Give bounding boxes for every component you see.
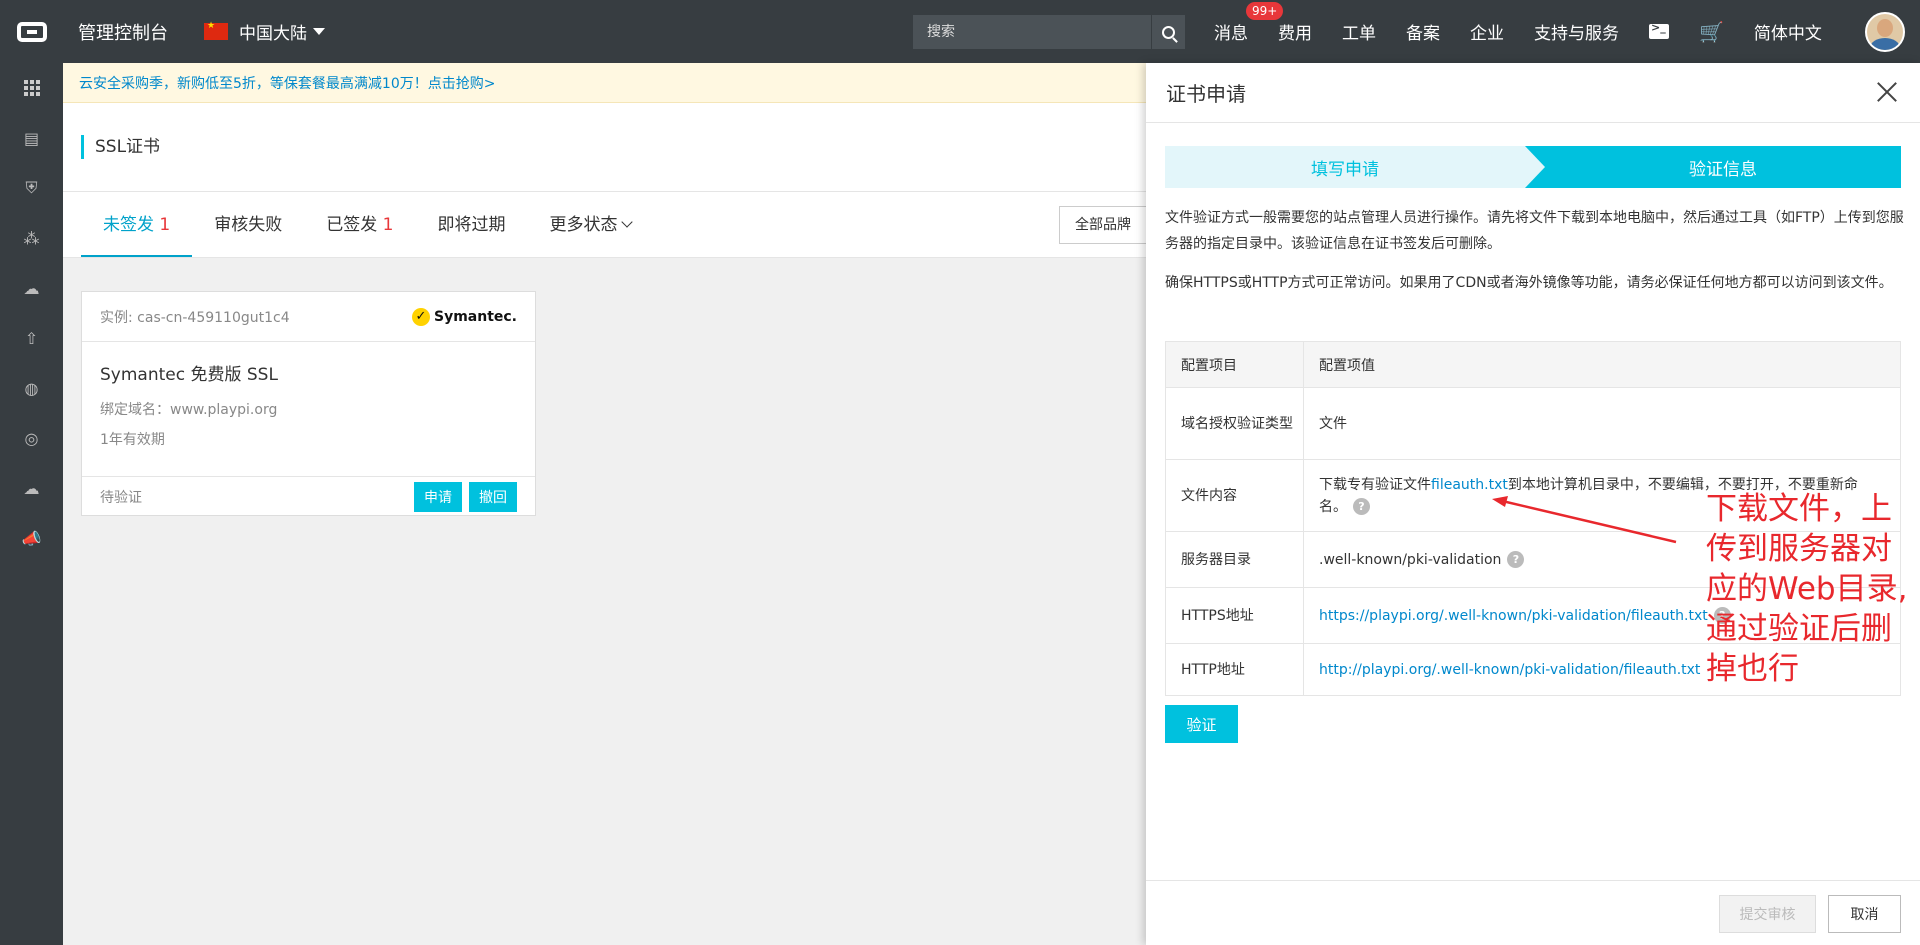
tab-label: 即将过期: [437, 215, 506, 235]
column-header: 配置项目: [1165, 341, 1304, 388]
nav-billing[interactable]: 费用: [1278, 19, 1312, 44]
bound-domain: 绑定域名：www.playpi.org: [100, 402, 278, 418]
tab-label: 更多状态: [549, 215, 618, 235]
file-content-prefix: 下载专有验证文件: [1319, 476, 1431, 493]
tab-unissued[interactable]: 未签发 1: [81, 192, 193, 257]
search-button[interactable]: [1151, 15, 1185, 49]
nav-icp[interactable]: 备案: [1406, 19, 1440, 44]
search-box: [913, 15, 1185, 49]
revoke-button[interactable]: 撤回: [469, 481, 517, 512]
cart-icon[interactable]: 🛒: [1699, 20, 1724, 44]
page-header: SSL证书: [63, 103, 1146, 191]
submit-review-button[interactable]: 提交审核: [1719, 895, 1816, 933]
http-url-link[interactable]: http://playpi.org/.well-known/pki-valida…: [1319, 662, 1700, 678]
step-fill-application: 填写申请: [1165, 146, 1545, 188]
message-badge: 99+: [1246, 2, 1284, 20]
console-title[interactable]: 管理控制台: [78, 19, 168, 45]
drawer-title: 证书申请: [1166, 82, 1246, 106]
caret-down-icon: [313, 28, 325, 35]
search-icon: [1162, 25, 1175, 39]
dns-icon[interactable]: ◎: [0, 413, 63, 463]
arrow-cloud-icon[interactable]: ⇧: [0, 313, 63, 363]
server-icon[interactable]: ▤: [0, 113, 63, 163]
card-body: Symantec 免费版 SSL 绑定域名：www.playpi.org 1年有…: [82, 342, 535, 449]
avatar[interactable]: [1865, 12, 1905, 52]
config-key: HTTPS地址: [1165, 587, 1304, 644]
page-title: SSL证书: [81, 135, 160, 159]
access-description: 确保HTTPS或HTTP方式可正常访问。如果用了CDN或者海外镜像等功能，请务必…: [1165, 275, 1893, 291]
config-key: 服务器目录: [1165, 531, 1304, 588]
tab-issued[interactable]: 已签发 1: [304, 192, 415, 257]
https-url-link[interactable]: https://playpi.org/.well-known/pki-valid…: [1319, 608, 1708, 624]
nav-support[interactable]: 支持与服务: [1534, 19, 1619, 44]
table-row: 域名授权验证类型 文件: [1165, 387, 1901, 460]
certificate-card: 实例: cas-cn-459110gut1c4 ✓ Symantec. Syman…: [81, 291, 536, 516]
config-key: 域名授权验证类型: [1165, 387, 1304, 460]
top-bar: 管理控制台 中国大陆 消息 99+ 费用 工单 备案 企业 支持与服务 🛒 简体…: [0, 0, 1920, 63]
nav-tickets[interactable]: 工单: [1342, 19, 1376, 44]
nav-enterprise[interactable]: 企业: [1470, 19, 1504, 44]
config-key: 文件内容: [1165, 459, 1304, 532]
tab-count: 1: [159, 215, 171, 235]
config-value: 文件: [1303, 387, 1901, 460]
main-content: 云安全采购季，新购低至5折，等保套餐最高满减10万！点击抢购> SSL证书 未签…: [63, 63, 1159, 945]
cloud-drive-icon[interactable]: ☁: [0, 463, 63, 513]
megaphone-icon[interactable]: 📣: [0, 513, 63, 563]
config-key: HTTP地址: [1165, 643, 1304, 696]
apply-button[interactable]: 申请: [414, 481, 462, 512]
network-icon[interactable]: ⁂: [0, 213, 63, 263]
nav-messages[interactable]: 消息 99+: [1214, 2, 1284, 44]
help-icon[interactable]: ?: [1507, 551, 1525, 568]
brand-name: Symantec.: [433, 308, 517, 325]
tab-count: 1: [382, 215, 394, 235]
tab-more-status[interactable]: 更多状态: [527, 192, 653, 257]
shield-icon[interactable]: ⛨: [0, 163, 63, 213]
chevron-down-icon: [621, 216, 634, 228]
nav-messages-label: 消息: [1214, 24, 1248, 44]
cert-name: Symantec 免费版 SSL: [100, 365, 278, 385]
tab-label: 审核失败: [214, 215, 283, 235]
tab-failed[interactable]: 审核失败: [192, 192, 304, 257]
status-tabs: 未签发 1 审核失败 已签发 1 即将过期 更多状态 全部品牌: [63, 191, 1159, 258]
help-icon[interactable]: ?: [1353, 498, 1370, 515]
cloud-icon[interactable]: ☁: [0, 263, 63, 313]
fileauth-download-link[interactable]: fileauth.txt: [1431, 477, 1508, 493]
region-selector[interactable]: 中国大陆: [204, 19, 325, 44]
promo-notice[interactable]: 云安全采购季，新购低至5折，等保套餐最高满减10万！点击抢购>: [63, 63, 1146, 103]
grid-icon[interactable]: [0, 63, 63, 113]
status-text: 待验证: [100, 489, 142, 506]
annotation-text: 下载文件，上传到服务器对应的Web目录,通过验证后删掉也行: [1706, 491, 1908, 687]
step-indicator: 填写申请 验证信息: [1165, 146, 1901, 188]
tab-expiring[interactable]: 即将过期: [415, 192, 527, 257]
tab-label: 未签发: [103, 215, 154, 235]
verify-description: 文件验证方式一般需要您的站点管理人员进行操作。请先将文件下载到本地电脑中，然后通…: [1165, 210, 1904, 252]
drawer-footer: 提交审核 取消: [1146, 880, 1920, 945]
card-header: 实例: cas-cn-459110gut1c4 ✓ Symantec.: [82, 292, 535, 342]
search-input[interactable]: [913, 15, 1151, 49]
left-sidebar: ▤ ⛨ ⁂ ☁ ⇧ ◍ ◎ ☁ 📣: [0, 63, 63, 945]
check-icon: ✓: [411, 307, 430, 326]
card-footer: 待验证 申请 撤回: [82, 476, 535, 516]
terminal-icon[interactable]: [1649, 21, 1669, 39]
server-dir-value: .well-known/pki-validation: [1319, 551, 1502, 568]
close-icon[interactable]: [1874, 79, 1900, 105]
top-nav: 消息 99+ 费用 工单 备案 企业 支持与服务 🛒 简体中文: [1214, 0, 1852, 63]
cancel-button[interactable]: 取消: [1828, 895, 1901, 933]
china-flag-icon: [204, 21, 228, 40]
column-header: 配置项值: [1303, 341, 1901, 388]
aliyun-logo-icon[interactable]: [0, 0, 63, 63]
step-verify-info: 验证信息: [1525, 146, 1901, 188]
brand-select[interactable]: 全部品牌: [1059, 206, 1159, 244]
symantec-logo: ✓ Symantec.: [411, 307, 517, 326]
verify-button[interactable]: 验证: [1165, 705, 1238, 743]
validity: 1年有效期: [100, 432, 165, 448]
drawer-header: 证书申请: [1146, 63, 1920, 123]
instance-id: 实例: cas-cn-459110gut1c4: [100, 309, 290, 326]
region-label: 中国大陆: [239, 24, 307, 44]
certificate-apply-drawer: 证书申请 填写申请 验证信息 文件验证方式一般需要您的站点管理人员进行操作。请先…: [1146, 63, 1920, 945]
globe-icon[interactable]: ◍: [0, 363, 63, 413]
tab-label: 已签发: [326, 215, 378, 235]
language-selector[interactable]: 简体中文: [1754, 19, 1822, 44]
